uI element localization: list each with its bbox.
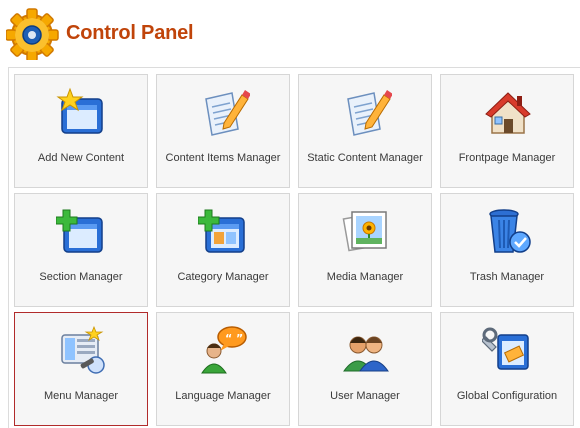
- home-icon: [485, 92, 531, 134]
- page-title: Control Panel: [66, 22, 194, 44]
- tile-media-manager[interactable]: Media Manager: [298, 193, 432, 307]
- trash-icon: [489, 209, 531, 253]
- add-content-icon: [56, 87, 103, 134]
- tile-trash-manager[interactable]: Trash Manager: [440, 193, 574, 307]
- tile-add-new-content[interactable]: Add New Content: [14, 74, 148, 188]
- tile-label: Media Manager: [326, 271, 404, 283]
- language-icon: “ ”: [201, 326, 247, 374]
- tile-label: Add New Content: [37, 152, 125, 164]
- tile-content-items-manager[interactable]: Content Items Manager: [156, 74, 290, 188]
- media-icon: [342, 211, 387, 252]
- users-icon: [343, 336, 389, 372]
- add-window-icon: [56, 209, 103, 253]
- tile-label: Content Items Manager: [165, 152, 281, 164]
- control-panel-grid-container: Add New Content Content Items Manager St…: [8, 67, 580, 428]
- tile-label: Static Content Manager: [307, 152, 423, 164]
- menu-manager-icon: [61, 325, 105, 374]
- tile-user-manager[interactable]: User Manager: [298, 312, 432, 426]
- tile-label: Category Manager: [177, 271, 269, 283]
- tile-section-manager[interactable]: Section Manager: [14, 193, 148, 307]
- config-icon: [482, 327, 529, 370]
- add-window-icon: [198, 209, 245, 253]
- tile-label: User Manager: [330, 390, 400, 402]
- tile-label: Global Configuration: [456, 390, 558, 402]
- tile-language-manager[interactable]: “ ” Language Manager: [156, 312, 290, 426]
- tile-label: Frontpage Manager: [458, 152, 556, 164]
- tile-label: Language Manager: [175, 390, 271, 402]
- tile-static-content-manager[interactable]: Static Content Manager: [298, 74, 432, 188]
- tile-category-manager[interactable]: Category Manager: [156, 193, 290, 307]
- svg-text:“ ”: “ ”: [225, 332, 243, 345]
- tile-global-configuration[interactable]: Global Configuration: [440, 312, 574, 426]
- edit-document-icon: [205, 90, 250, 136]
- tile-label: Menu Manager: [44, 390, 118, 402]
- edit-document-icon: [347, 90, 392, 136]
- tile-frontpage-manager[interactable]: Frontpage Manager: [440, 74, 574, 188]
- gear-icon: [6, 8, 59, 60]
- tile-menu-manager[interactable]: Menu Manager: [14, 312, 148, 426]
- tile-label: Trash Manager: [469, 271, 545, 283]
- page-header: Control Panel: [0, 0, 580, 60]
- tile-label: Section Manager: [39, 271, 123, 283]
